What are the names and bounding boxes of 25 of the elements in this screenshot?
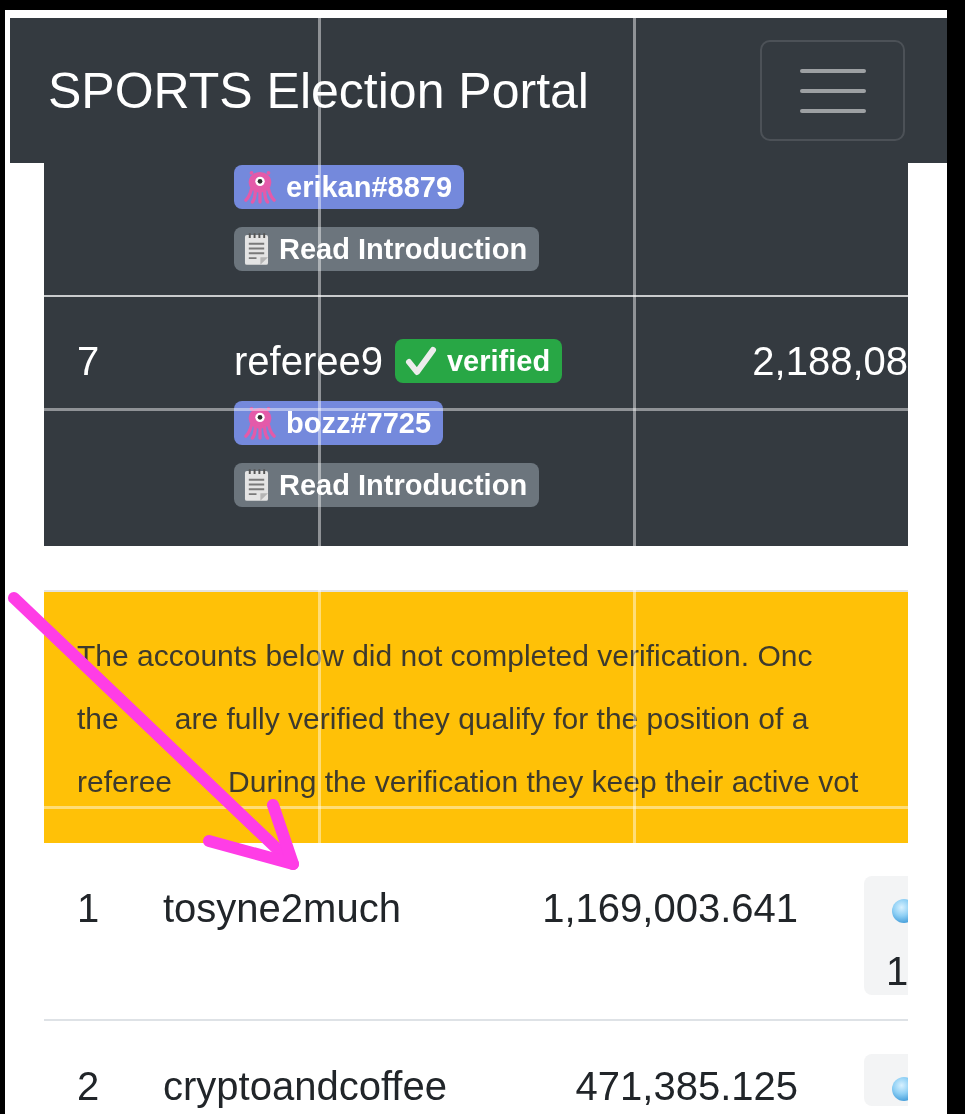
table-cell: 2	[77, 1064, 100, 1108]
table-cell: 1	[77, 886, 100, 930]
table-cell: cryptoandcoffee	[163, 1064, 447, 1108]
check-icon	[405, 346, 437, 376]
menu-button[interactable]	[760, 40, 905, 141]
notepad-icon	[244, 468, 269, 502]
read-introduction-link[interactable]: Read Introduction	[234, 227, 540, 271]
table-cell: tosyne2much	[163, 886, 401, 930]
table-cell: 1,169,003.641	[542, 886, 798, 930]
info-card-text: 1	[886, 951, 909, 991]
octopus-icon	[244, 170, 276, 204]
table-cell: 7	[77, 339, 100, 383]
discord-tag-label: erikan#8879	[286, 170, 453, 204]
notice-text: referee	[77, 764, 173, 800]
verified-label: verified	[447, 344, 551, 378]
referee-name: referee9	[234, 339, 383, 383]
octopus-icon	[244, 406, 276, 440]
vote-count: 2,188,08	[752, 339, 908, 383]
menu-icon	[799, 68, 866, 113]
site-title: SPORTS Election Portal	[48, 65, 589, 116]
notepad-icon	[244, 232, 269, 266]
read-introduction-link[interactable]: Read Introduction	[234, 463, 540, 507]
discord-tag-label: bozz#7725	[286, 406, 432, 440]
table-cell: 471,385.125	[575, 1064, 798, 1108]
notice-text: the	[77, 701, 119, 737]
